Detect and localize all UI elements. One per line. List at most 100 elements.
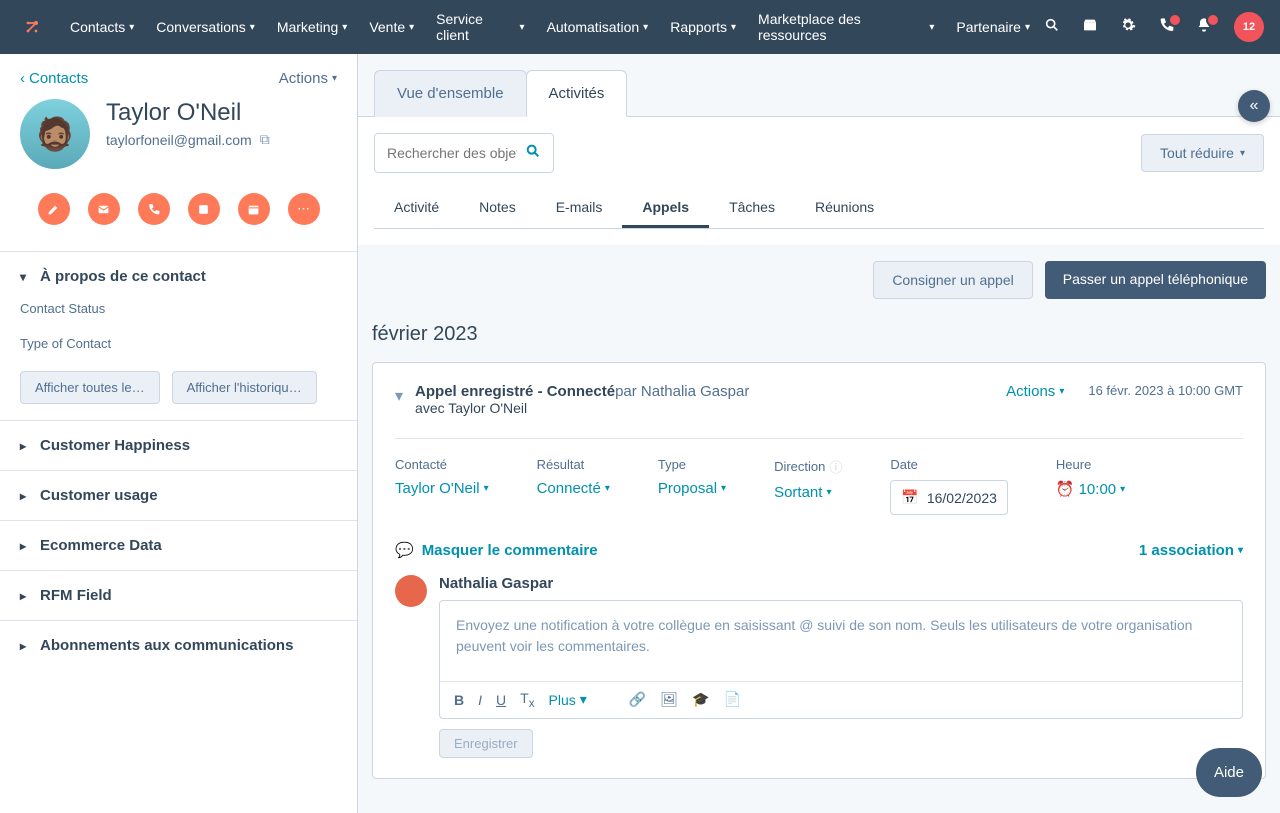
about-header[interactable]: ▾À propos de ce contact <box>0 252 357 301</box>
direction-label: Direction ⓘ <box>774 457 842 476</box>
contact-email: taylorfoneil@gmail.com ⧉ <box>106 131 270 148</box>
hour-label: Heure <box>1056 457 1125 472</box>
avatar: 🧔🏽 <box>20 99 90 169</box>
user-avatar-badge[interactable]: 12 <box>1234 12 1264 42</box>
collapse-right-panel-button[interactable]: « <box>1238 90 1270 122</box>
hide-comment-toggle[interactable]: 💬Masquer le commentaire <box>395 541 598 559</box>
show-history-button[interactable]: Afficher l'historique d… <box>172 371 317 404</box>
nav-rapports[interactable]: Rapports ▾ <box>660 3 746 51</box>
clock-icon: ⏰ <box>1056 480 1075 498</box>
card-timestamp: 16 févr. 2023 à 10:00 GMT <box>1088 383 1243 398</box>
commenter-name: Nathalia Gaspar <box>439 575 1243 592</box>
info-icon[interactable]: ⓘ <box>829 457 842 476</box>
search-input[interactable] <box>387 145 517 161</box>
subtab-activite[interactable]: Activité <box>374 189 459 228</box>
nav-contacts[interactable]: Contacts ▾ <box>60 3 144 51</box>
log-button[interactable] <box>188 193 220 225</box>
about-section: ▾À propos de ce contact Contact Status T… <box>0 251 357 420</box>
help-button[interactable]: Aide <box>1196 748 1262 797</box>
section-customer-happiness[interactable]: ▸Customer Happiness <box>0 421 357 470</box>
underline-icon[interactable]: U <box>496 692 506 708</box>
nav-conversations[interactable]: Conversations ▾ <box>146 3 265 51</box>
save-comment-button[interactable]: Enregistrer <box>439 729 533 758</box>
nav-partenaire[interactable]: Partenaire ▾ <box>946 3 1040 51</box>
activities-panel: Tout réduire ▾ Activité Notes E-mails Ap… <box>358 116 1280 245</box>
nav-marketplace[interactable]: Marketplace des ressources ▾ <box>748 3 944 51</box>
contacted-label: Contacté <box>395 457 489 472</box>
direction-value[interactable]: Sortant ▾ <box>774 484 842 501</box>
editor-toolbar: B I U Tx Plus ▾ 🔗 🖼 🎓 📄 <box>440 681 1242 718</box>
month-label: février 2023 <box>358 315 1280 362</box>
call-button[interactable] <box>138 193 170 225</box>
contacted-value[interactable]: Taylor O'Neil ▾ <box>395 480 489 497</box>
top-navigation: Contacts ▾ Conversations ▾ Marketing ▾ V… <box>0 0 1280 54</box>
call-card: ▾ Appel enregistré - Connectépar Nathali… <box>372 362 1266 779</box>
commenter-avatar <box>395 575 427 607</box>
snippet-icon[interactable]: 🎓 <box>692 691 709 708</box>
collapse-card-icon[interactable]: ▾ <box>395 386 403 406</box>
nav-service[interactable]: Service client ▾ <box>426 3 534 51</box>
subtab-reunions[interactable]: Réunions <box>795 189 894 228</box>
main-content: « Vue d'ensemble Activités Tout réduire … <box>358 54 1280 813</box>
copy-icon[interactable]: ⧉ <box>260 131 270 148</box>
sidebar-actions-dropdown[interactable]: Actions ▾ <box>279 70 337 87</box>
marketplace-icon[interactable] <box>1082 17 1102 37</box>
calendar-icon: 📅 <box>901 489 918 506</box>
section-customer-usage[interactable]: ▸Customer usage <box>0 471 357 520</box>
email-button[interactable] <box>88 193 120 225</box>
nav-automatisation[interactable]: Automatisation ▾ <box>537 3 659 51</box>
more-format-dropdown[interactable]: Plus ▾ <box>549 691 587 708</box>
result-value[interactable]: Connecté ▾ <box>537 480 610 497</box>
document-icon[interactable]: 📄 <box>723 691 740 708</box>
subtab-taches[interactable]: Tâches <box>709 189 795 228</box>
section-communication-subscriptions[interactable]: ▸Abonnements aux communications <box>0 621 357 670</box>
nav-vente[interactable]: Vente ▾ <box>359 3 424 51</box>
hour-value[interactable]: ⏰ 10:00 ▾ <box>1056 480 1125 498</box>
comment-placeholder[interactable]: Envoyez une notification à votre collègu… <box>440 601 1242 681</box>
result-label: Résultat <box>537 457 610 472</box>
make-call-button[interactable]: Passer un appel téléphonique <box>1045 261 1266 299</box>
comment-icon: 💬 <box>395 541 414 559</box>
image-icon[interactable]: 🖼 <box>660 691 678 708</box>
card-subtitle: avec Taylor O'Neil <box>415 400 994 416</box>
show-all-button[interactable]: Afficher toutes le… <box>20 371 160 404</box>
tab-overview[interactable]: Vue d'ensemble <box>374 70 527 117</box>
search-icon[interactable] <box>1044 17 1064 37</box>
date-label: Date <box>890 457 1008 472</box>
comment-editor[interactable]: Envoyez une notification à votre collègu… <box>439 600 1243 719</box>
bell-icon[interactable] <box>1196 17 1216 37</box>
phone-icon[interactable] <box>1158 17 1178 37</box>
meeting-button[interactable] <box>238 193 270 225</box>
subtab-appels[interactable]: Appels <box>622 189 709 228</box>
collapse-all-button[interactable]: Tout réduire ▾ <box>1141 134 1264 172</box>
search-input-wrap[interactable] <box>374 133 554 173</box>
quick-action-buttons: ⋯ <box>0 169 357 251</box>
subtab-emails[interactable]: E-mails <box>536 189 623 228</box>
type-of-contact-label: Type of Contact <box>20 336 337 351</box>
nav-marketing[interactable]: Marketing ▾ <box>267 3 358 51</box>
italic-icon[interactable]: I <box>478 692 482 708</box>
back-to-contacts[interactable]: ‹ Contacts <box>20 70 88 87</box>
nav-right: 12 <box>1044 12 1264 42</box>
type-value[interactable]: Proposal ▾ <box>658 480 726 497</box>
clear-format-icon[interactable]: Tx <box>520 690 534 710</box>
type-label: Type <box>658 457 726 472</box>
card-title: Appel enregistré - Connectépar Nathalia … <box>415 383 994 400</box>
card-actions-dropdown[interactable]: Actions ▾ <box>1006 383 1064 400</box>
associations-dropdown[interactable]: 1 association ▾ <box>1139 542 1243 559</box>
bold-icon[interactable]: B <box>454 692 464 708</box>
section-rfm-field[interactable]: ▸RFM Field <box>0 571 357 620</box>
tab-activities[interactable]: Activités <box>526 70 628 117</box>
link-icon[interactable]: 🔗 <box>629 691 646 708</box>
hubspot-logo-icon[interactable] <box>16 11 48 43</box>
sidebar: ‹ Contacts Actions ▾ 🧔🏽 Taylor O'Neil ta… <box>0 54 358 813</box>
section-ecommerce-data[interactable]: ▸Ecommerce Data <box>0 521 357 570</box>
search-icon[interactable] <box>525 143 541 164</box>
gear-icon[interactable] <box>1120 17 1140 37</box>
subtab-notes[interactable]: Notes <box>459 189 536 228</box>
note-button[interactable] <box>38 193 70 225</box>
more-button[interactable]: ⋯ <box>288 193 320 225</box>
log-call-button[interactable]: Consigner un appel <box>873 261 1032 299</box>
nav-items: Contacts ▾ Conversations ▾ Marketing ▾ V… <box>60 3 1040 51</box>
date-input[interactable]: 📅16/02/2023 <box>890 480 1008 515</box>
